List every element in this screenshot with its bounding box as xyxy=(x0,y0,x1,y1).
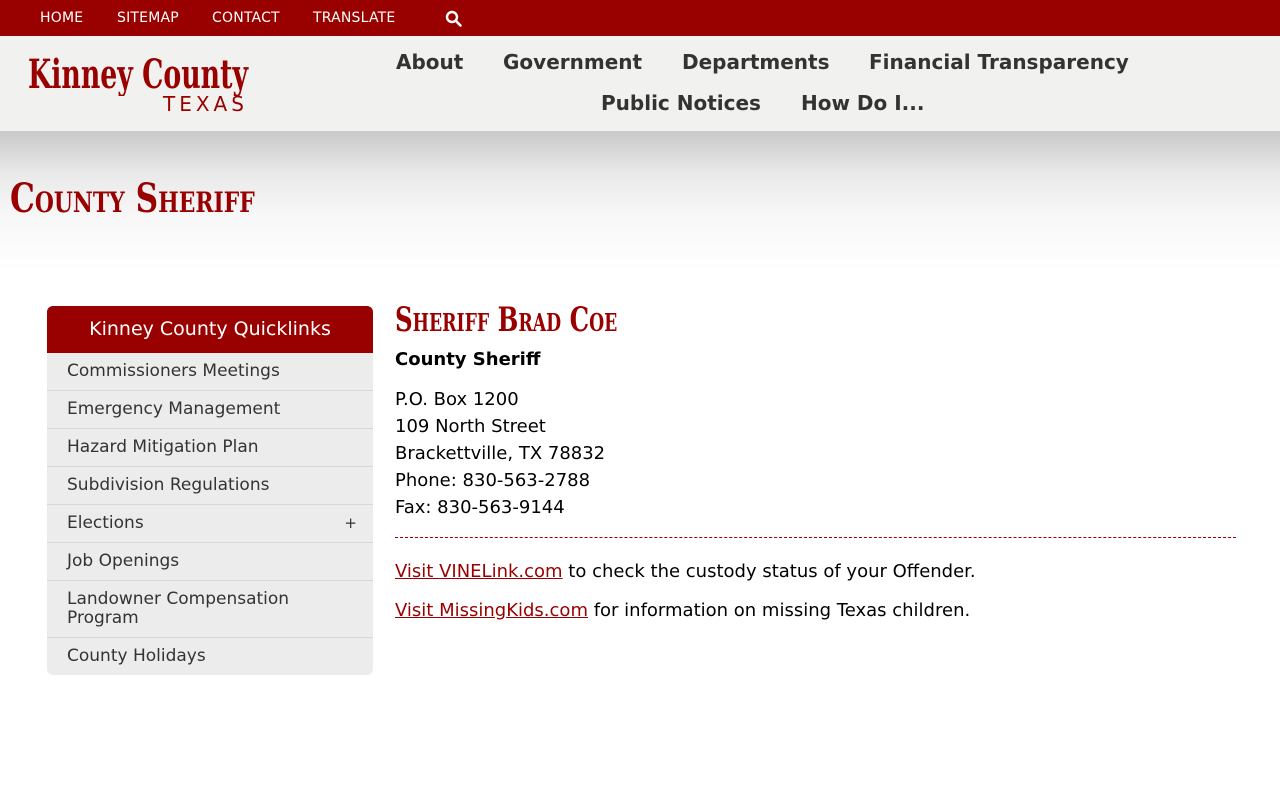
page-title-band: County Sheriff xyxy=(0,131,1280,271)
sitemap-link[interactable]: SITEMAP xyxy=(117,10,179,26)
sheriff-name-heading: Sheriff Brad Coe xyxy=(395,300,618,340)
missingkids-paragraph: Visit MissingKids.com for information on… xyxy=(395,598,1236,624)
quicklink-label: Commissioners Meetings xyxy=(67,361,280,381)
quicklink-label: Emergency Management xyxy=(67,399,281,419)
quicklink-hazard-mitigation-plan[interactable]: Hazard Mitigation Plan xyxy=(47,429,373,467)
address-line: P.O. Box 1200 xyxy=(395,389,519,410)
logo-subtitle: TEXAS xyxy=(163,92,248,116)
quicklink-elections[interactable]: Elections + xyxy=(47,505,373,543)
quicklink-job-openings[interactable]: Job Openings xyxy=(47,543,373,581)
vinelink-link[interactable]: Visit VINELink.com xyxy=(395,561,563,582)
site-logo[interactable]: Kinney County xyxy=(28,50,252,96)
vinelink-paragraph: Visit VINELink.com to check the custody … xyxy=(395,559,1236,585)
missingkids-link[interactable]: Visit MissingKids.com xyxy=(395,600,588,621)
address-line: 109 North Street xyxy=(395,416,546,437)
main-content: Sheriff Brad Coe County Sheriff P.O. Box… xyxy=(395,300,1236,624)
missingkids-text: for information on missing Texas childre… xyxy=(587,600,971,621)
quicklink-label: Subdivision Regulations xyxy=(67,475,270,495)
nav-financial-transparency[interactable]: Financial Transparency xyxy=(869,50,1129,74)
vinelink-text: to check the custody status of your Offe… xyxy=(562,561,976,582)
nav-public-notices[interactable]: Public Notices xyxy=(601,91,761,115)
quicklinks-heading: Kinney County Quicklinks xyxy=(47,306,373,353)
contact-address: P.O. Box 1200 109 North Street Brackettv… xyxy=(395,386,1236,521)
quicklink-label: Hazard Mitigation Plan xyxy=(67,437,259,457)
page-title: County Sheriff xyxy=(10,175,255,222)
nav-about[interactable]: About xyxy=(396,50,463,74)
contact-link[interactable]: CONTACT xyxy=(212,10,280,26)
nav-how-do-i[interactable]: How Do I... xyxy=(801,91,924,115)
logo-text: Kinney County xyxy=(28,51,249,96)
quicklink-label: County Holidays xyxy=(67,646,206,666)
quicklink-label: Elections xyxy=(67,513,144,533)
translate-link[interactable]: TRANSLATE xyxy=(313,10,395,26)
fax-line: Fax: 830-563-9144 xyxy=(395,497,565,518)
expand-plus-icon[interactable]: + xyxy=(344,514,357,533)
address-line: Brackettville, TX 78832 xyxy=(395,443,606,464)
quicklink-subdivision-regulations[interactable]: Subdivision Regulations xyxy=(47,467,373,505)
nav-government[interactable]: Government xyxy=(503,50,642,74)
quicklinks-list: Commissioners Meetings Emergency Managem… xyxy=(47,353,373,675)
phone-line: Phone: 830-563-2788 xyxy=(395,470,591,491)
quicklink-label: Job Openings xyxy=(67,551,180,571)
quicklink-county-holidays[interactable]: County Holidays xyxy=(47,638,373,675)
home-link[interactable]: HOME xyxy=(40,10,83,26)
nav-departments[interactable]: Departments xyxy=(682,50,830,74)
content-divider xyxy=(395,537,1236,538)
sheriff-role: County Sheriff xyxy=(395,349,541,370)
quicklink-label: Landowner Compensation Program xyxy=(67,589,290,628)
quicklinks-sidebar: Kinney County Quicklinks Commissioners M… xyxy=(47,306,373,675)
quicklink-landowner-compensation-program[interactable]: Landowner Compensation Program xyxy=(47,581,373,638)
quicklink-emergency-management[interactable]: Emergency Management xyxy=(47,391,373,429)
utility-bar: HOME SITEMAP CONTACT TRANSLATE xyxy=(0,0,1280,36)
quicklink-commissioners-meetings[interactable]: Commissioners Meetings xyxy=(47,353,373,391)
site-header: Kinney County TEXAS About Government Dep… xyxy=(0,36,1280,131)
search-icon[interactable] xyxy=(445,10,463,28)
